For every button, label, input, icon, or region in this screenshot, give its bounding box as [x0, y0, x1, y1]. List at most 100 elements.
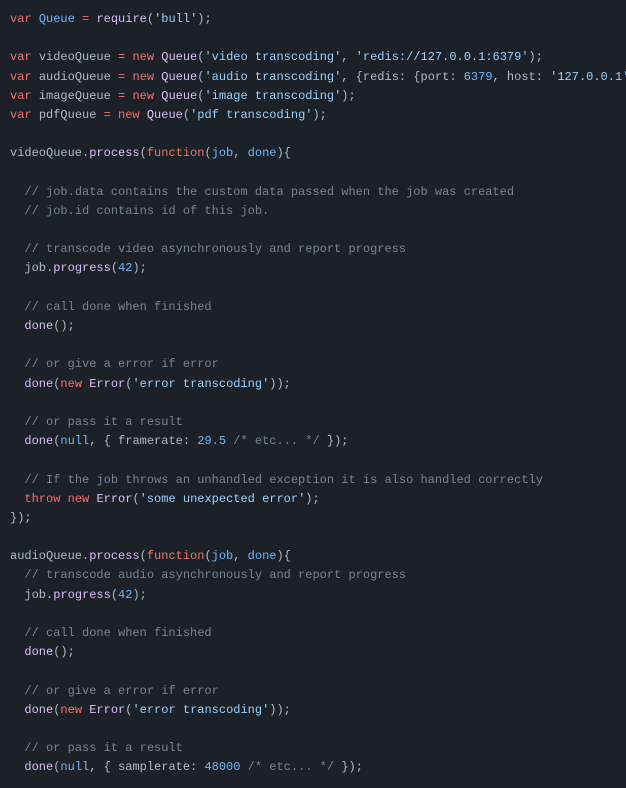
code-line: // or give a error if error: [10, 355, 616, 374]
token-prop: pdfQueue: [39, 108, 97, 122]
token: (: [147, 12, 154, 26]
code-line: [10, 29, 616, 48]
code-line: });: [10, 509, 616, 528]
token-str: 'bull': [154, 12, 197, 26]
token-kw: =: [104, 108, 111, 122]
token: );: [529, 50, 543, 64]
token: [10, 473, 24, 487]
token-com: // job.id contains id of this job.: [24, 204, 269, 218]
token: [10, 645, 24, 659]
token: [111, 70, 118, 84]
token: (: [183, 108, 190, 122]
token: job.: [10, 588, 53, 602]
token: [111, 89, 118, 103]
token: (: [204, 549, 211, 563]
code-line: // or pass it a result: [10, 739, 616, 758]
code-line: [10, 720, 616, 739]
token: [10, 703, 24, 717]
token: [10, 242, 24, 256]
token: [96, 108, 103, 122]
code-line: [10, 221, 616, 240]
token-fn: done: [24, 645, 53, 659]
token-fn: require: [96, 12, 146, 26]
token: , { samplerate:: [89, 760, 204, 774]
code-line: [10, 336, 616, 355]
token-str: 'audio transcoding': [204, 70, 341, 84]
token-fn: Queue: [147, 108, 183, 122]
token-num: 29.5: [197, 434, 226, 448]
token: [111, 108, 118, 122]
code-line: [10, 279, 616, 298]
token: [10, 741, 24, 755]
token: , {redis: {port:: [341, 70, 463, 84]
token: [10, 492, 24, 506]
code-line: // call done when finished: [10, 298, 616, 317]
token-com: // or give a error if error: [24, 357, 218, 371]
token: [10, 760, 24, 774]
token-kw: new: [68, 492, 90, 506]
token-prop: imageQueue: [39, 89, 111, 103]
code-line: var imageQueue = new Queue('image transc…: [10, 87, 616, 106]
token-fn: done: [24, 377, 53, 391]
token-fn: Queue: [161, 70, 197, 84]
token-fn: done: [24, 434, 53, 448]
token-str: 'error transcoding': [132, 377, 269, 391]
code-line: done(new Error('error transcoding'));: [10, 701, 616, 720]
code-line: videoQueue.process(function(job, done){: [10, 144, 616, 163]
token: [10, 415, 24, 429]
token: [10, 300, 24, 314]
token: ();: [53, 319, 75, 333]
token-def: done: [248, 146, 277, 160]
token: , { framerate:: [89, 434, 197, 448]
token-fn: progress: [53, 588, 111, 602]
token-com: // If the job throws an unhandled except…: [24, 473, 542, 487]
token-kw: new: [60, 377, 82, 391]
token-str: 'video transcoding': [204, 50, 341, 64]
token: );: [341, 89, 355, 103]
token-com: // job.data contains the custom data pas…: [24, 185, 514, 199]
token: (: [53, 703, 60, 717]
token-bool: null: [60, 434, 89, 448]
token: (: [132, 492, 139, 506]
token-kw: new: [132, 70, 154, 84]
token-com: // call done when finished: [24, 626, 211, 640]
token-num: 48000: [204, 760, 240, 774]
token-str: 'pdf transcoding': [190, 108, 312, 122]
token-com: // or pass it a result: [24, 741, 182, 755]
token: [32, 108, 39, 122]
code-line: var Queue = require('bull');: [10, 10, 616, 29]
token-com: /* etc... */: [233, 434, 319, 448]
token: [10, 357, 24, 371]
token-fn: Error: [89, 377, 125, 391]
code-line: // call done when finished: [10, 624, 616, 643]
token-kw: function: [147, 146, 205, 160]
token: ();: [53, 645, 75, 659]
token-str: '127.0.0.1': [550, 70, 626, 84]
token: [111, 50, 118, 64]
token-fn: process: [89, 549, 139, 563]
token: ,: [233, 146, 247, 160]
token-fn: Queue: [161, 50, 197, 64]
token: [10, 377, 24, 391]
token-kw: var: [10, 89, 32, 103]
token: , host:: [493, 70, 551, 84]
code-line: job.progress(42);: [10, 259, 616, 278]
code-line: [10, 605, 616, 624]
token: (: [125, 703, 132, 717]
code-line: // job.data contains the custom data pas…: [10, 183, 616, 202]
code-line: done(null, { framerate: 29.5 /* etc... *…: [10, 432, 616, 451]
token: ,: [233, 549, 247, 563]
code-line: [10, 662, 616, 681]
token: job.: [10, 261, 53, 275]
token-com: // call done when finished: [24, 300, 211, 314]
code-line: [10, 528, 616, 547]
token: );: [132, 588, 146, 602]
token: {: [284, 146, 291, 160]
token: (: [111, 588, 118, 602]
token-prop: audioQueue: [10, 549, 82, 563]
code-line: // job.id contains id of this job.: [10, 202, 616, 221]
token-bool: null: [60, 760, 89, 774]
token-str: 'image transcoding': [204, 89, 341, 103]
token-kw: var: [10, 70, 32, 84]
token-str: 'some unexpected error': [140, 492, 306, 506]
